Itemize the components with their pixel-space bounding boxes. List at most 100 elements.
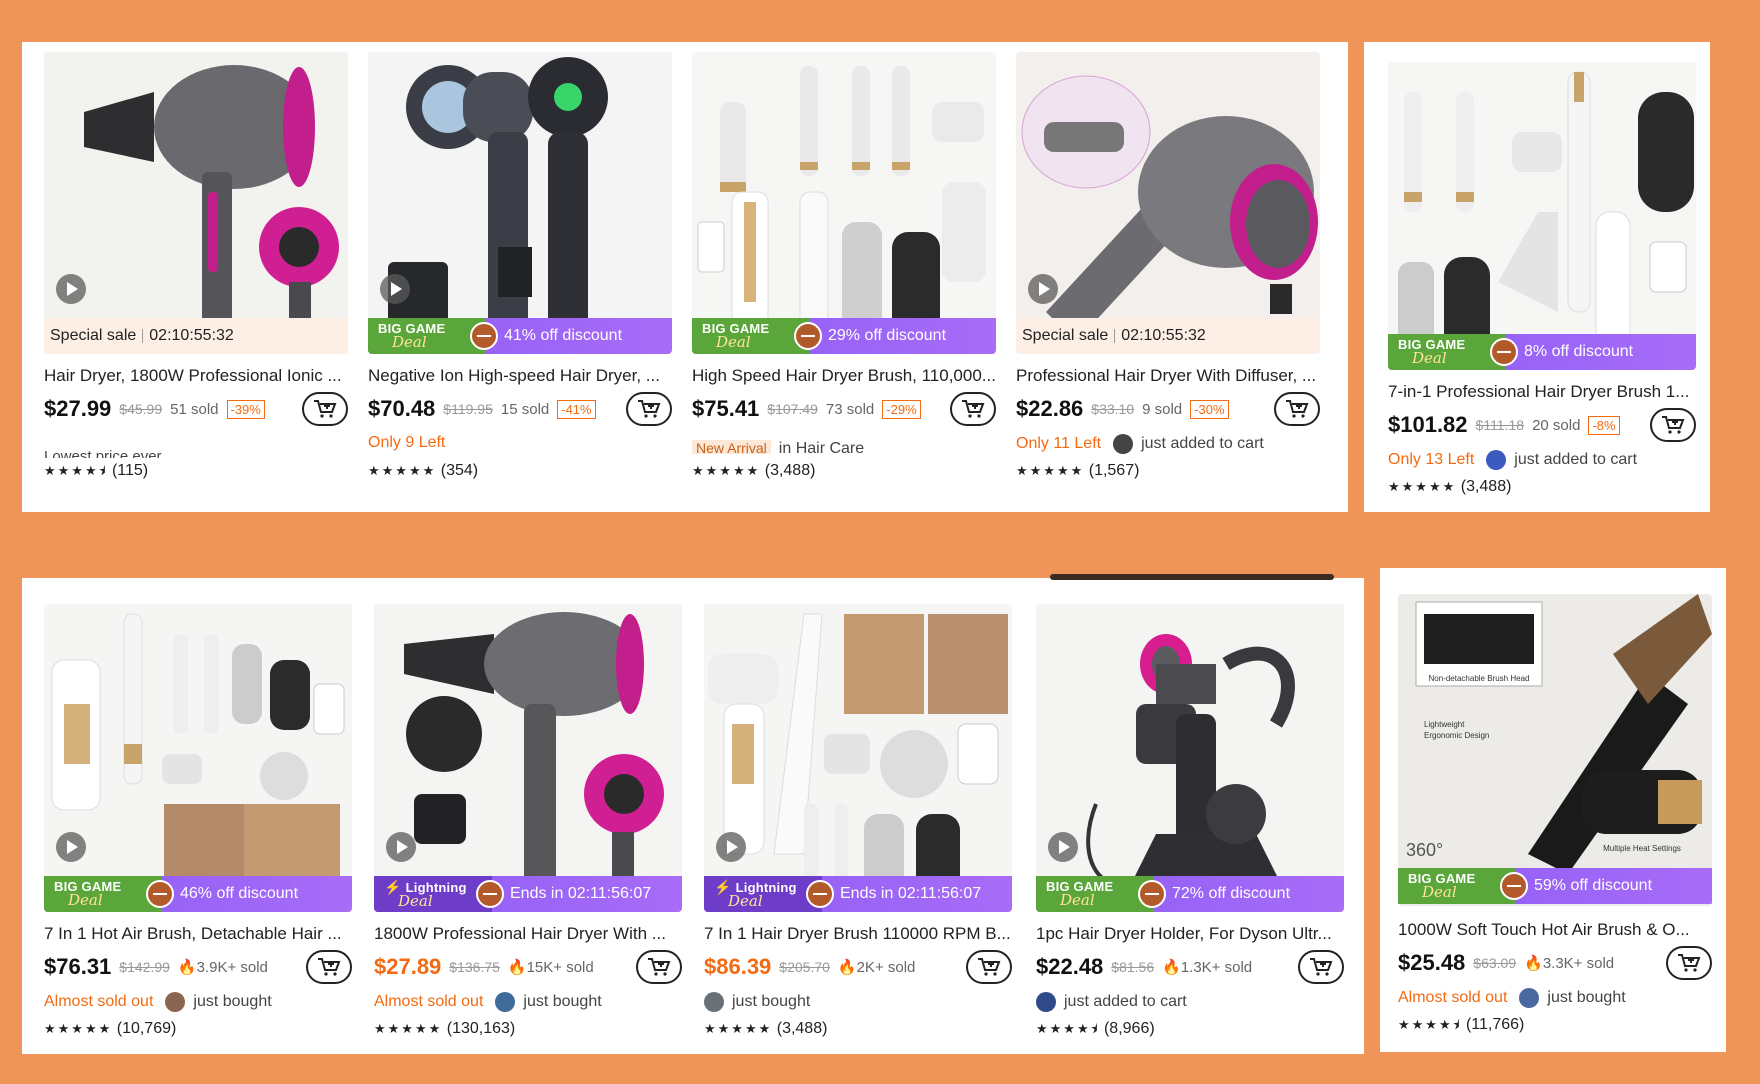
product-price: $22.86 bbox=[1016, 396, 1084, 421]
product-image[interactable]: ⚡ Lightning Deal Ends in 02:11:56:07 bbox=[374, 604, 682, 912]
original-price: $119.95 bbox=[443, 401, 493, 417]
svg-text:Ergonomic Design: Ergonomic Design bbox=[1424, 731, 1489, 740]
stock-status: Only 11 Left just added to cart bbox=[1016, 434, 1264, 454]
product-card[interactable]: BIG GAME Deal 29% off discount High Speed… bbox=[692, 52, 996, 492]
product-title[interactable]: 1000W Soft Touch Hot Air Brush & O... bbox=[1398, 920, 1712, 940]
cart-plus-icon bbox=[1678, 954, 1701, 972]
big-game-deal-banner: BIG GAME Deal 8% off discount bbox=[1388, 334, 1696, 370]
product-title[interactable]: 1800W Professional Hair Dryer With ... bbox=[374, 924, 682, 944]
add-to-cart-button[interactable] bbox=[966, 950, 1012, 984]
play-video-icon[interactable] bbox=[56, 832, 86, 862]
review-count: (3,488) bbox=[776, 1020, 828, 1037]
big-game-deal-banner: BIG GAME Deal 59% off discount bbox=[1398, 868, 1712, 904]
product-title[interactable]: 7-in-1 Professional Hair Dryer Brush 1..… bbox=[1388, 382, 1696, 402]
hair-dryer-image bbox=[1016, 52, 1320, 354]
lowest-price-label: Lowest price ever bbox=[44, 448, 162, 458]
product-price: $101.82 bbox=[1388, 412, 1468, 437]
product-title[interactable]: 7 In 1 Hot Air Brush, Detachable Hair ..… bbox=[44, 924, 352, 944]
football-icon bbox=[1500, 872, 1528, 900]
play-video-icon[interactable] bbox=[1028, 274, 1058, 304]
stock-status: Only 9 Left bbox=[368, 434, 446, 451]
big-game-deal-badge: BIG GAME Deal bbox=[692, 318, 822, 354]
football-icon bbox=[470, 322, 498, 350]
product-card[interactable]: Special sale 02:10:55:32 Professional Ha… bbox=[1016, 52, 1320, 492]
product-title[interactable]: Professional Hair Dryer With Diffuser, .… bbox=[1016, 366, 1320, 386]
stock-status: Almost sold out just bought bbox=[1398, 988, 1626, 1008]
product-image[interactable]: BIG GAME Deal 46% off discount bbox=[44, 604, 352, 912]
original-price: $136.75 bbox=[449, 959, 500, 975]
add-to-cart-button[interactable] bbox=[1298, 950, 1344, 984]
add-to-cart-button[interactable] bbox=[1274, 392, 1320, 426]
new-arrival-badge: New Arrival bbox=[692, 440, 771, 454]
product-title[interactable]: Negative Ion High-speed Hair Dryer, ... bbox=[368, 366, 672, 386]
product-card[interactable]: BIG GAME Deal 72% off discount 1pc Hair D… bbox=[1036, 604, 1344, 1044]
sold-count: 🔥3.3K+ sold bbox=[1524, 955, 1615, 972]
stock-status: Almost sold out just bought bbox=[44, 992, 272, 1012]
product-card[interactable]: ⚡ Lightning Deal Ends in 02:11:56:07 7 In … bbox=[704, 604, 1012, 1044]
product-card[interactable]: Special sale 02:10:55:32 Hair Dryer, 180… bbox=[44, 52, 348, 492]
rating: ★★★★★ (354) bbox=[368, 462, 478, 480]
review-count: (3,488) bbox=[764, 462, 816, 479]
special-sale-banner: Special sale 02:10:55:32 bbox=[1016, 318, 1320, 354]
product-card[interactable]: BIG GAME Deal 8% off discount 7-in-1 Prof… bbox=[1388, 62, 1696, 502]
svg-text:Lightweight: Lightweight bbox=[1424, 720, 1465, 729]
hair-dryer-image bbox=[374, 604, 682, 912]
hair-dryer-brush-image bbox=[1388, 62, 1696, 370]
play-video-icon[interactable] bbox=[716, 832, 746, 862]
special-sale-banner: Special sale 02:10:55:32 bbox=[44, 318, 348, 354]
review-count: (10,769) bbox=[116, 1020, 177, 1037]
rating: ★★★★★ (10,769) bbox=[44, 1020, 176, 1038]
big-game-deal-badge: BIG GAME Deal bbox=[1036, 876, 1166, 912]
banner-label: Special sale bbox=[1022, 327, 1109, 344]
add-to-cart-button[interactable] bbox=[306, 950, 352, 984]
discount-badge: -41% bbox=[557, 399, 596, 419]
user-avatar bbox=[165, 992, 186, 1012]
product-card[interactable]: ⚡ Lightning Deal Ends in 02:11:56:07 1800W… bbox=[374, 604, 682, 1044]
sold-count: 15 sold bbox=[500, 400, 550, 418]
add-to-cart-button[interactable] bbox=[626, 392, 672, 426]
product-title[interactable]: High Speed Hair Dryer Brush, 110,000... bbox=[692, 366, 996, 386]
play-video-icon[interactable] bbox=[386, 832, 416, 862]
play-video-icon[interactable] bbox=[56, 274, 86, 304]
football-icon bbox=[806, 880, 834, 908]
football-icon bbox=[476, 880, 504, 908]
add-to-cart-button[interactable] bbox=[950, 392, 996, 426]
stock-status: Only 13 Left just added to cart bbox=[1388, 450, 1638, 470]
product-card[interactable]: BIG GAME Deal 41% off discount Negative I… bbox=[368, 52, 672, 492]
product-image[interactable]: BIG GAME Deal 8% off discount bbox=[1388, 62, 1696, 370]
product-card[interactable]: Non-detachable Brush Head Lightweight Er… bbox=[1398, 594, 1712, 1040]
product-price: $25.48 bbox=[1398, 950, 1466, 975]
product-title[interactable]: Hair Dryer, 1800W Professional Ionic ... bbox=[44, 366, 348, 386]
add-to-cart-button[interactable] bbox=[636, 950, 682, 984]
big-game-deal-badge: BIG GAME Deal bbox=[1398, 868, 1528, 904]
discount-text: 46% off discount bbox=[180, 885, 299, 902]
product-image[interactable]: BIG GAME Deal 41% off discount bbox=[368, 52, 672, 354]
add-to-cart-button[interactable] bbox=[302, 392, 348, 426]
product-price: $27.89 bbox=[374, 954, 442, 979]
rating: ★★★★★ (3,488) bbox=[1388, 478, 1511, 496]
product-image[interactable]: Special sale 02:10:55:32 bbox=[44, 52, 348, 354]
rating: ★★★★★ (130,163) bbox=[374, 1020, 515, 1038]
product-card[interactable]: BIG GAME Deal 46% off discount 7 In 1 Hot… bbox=[44, 604, 352, 1044]
category-label[interactable]: in Hair Care bbox=[779, 440, 864, 454]
hair-dryer-image bbox=[44, 52, 348, 354]
discount-text: 41% off discount bbox=[504, 327, 623, 344]
product-title[interactable]: 7 In 1 Hair Dryer Brush 110000 RPM B... bbox=[704, 924, 1012, 944]
product-image[interactable]: ⚡ Lightning Deal Ends in 02:11:56:07 bbox=[704, 604, 1012, 912]
product-price: $76.31 bbox=[44, 954, 112, 979]
fire-icon: 🔥 bbox=[177, 959, 197, 976]
divider bbox=[1050, 574, 1334, 580]
play-video-icon[interactable] bbox=[1048, 832, 1078, 862]
product-image[interactable]: BIG GAME Deal 72% off discount bbox=[1036, 604, 1344, 912]
play-video-icon[interactable] bbox=[380, 274, 410, 304]
add-to-cart-button[interactable] bbox=[1650, 408, 1696, 442]
review-count: (354) bbox=[440, 462, 479, 479]
fire-icon: 🔥 bbox=[1162, 959, 1181, 976]
big-game-deal-banner: BIG GAME Deal 29% off discount bbox=[692, 318, 996, 354]
product-image[interactable]: Special sale 02:10:55:32 bbox=[1016, 52, 1320, 354]
product-title[interactable]: 1pc Hair Dryer Holder, For Dyson Ultr... bbox=[1036, 924, 1344, 944]
hair-dryer-brush-image bbox=[44, 604, 352, 912]
add-to-cart-button[interactable] bbox=[1666, 946, 1712, 980]
product-image[interactable]: Non-detachable Brush Head Lightweight Er… bbox=[1398, 594, 1712, 906]
product-image[interactable]: BIG GAME Deal 29% off discount bbox=[692, 52, 996, 354]
